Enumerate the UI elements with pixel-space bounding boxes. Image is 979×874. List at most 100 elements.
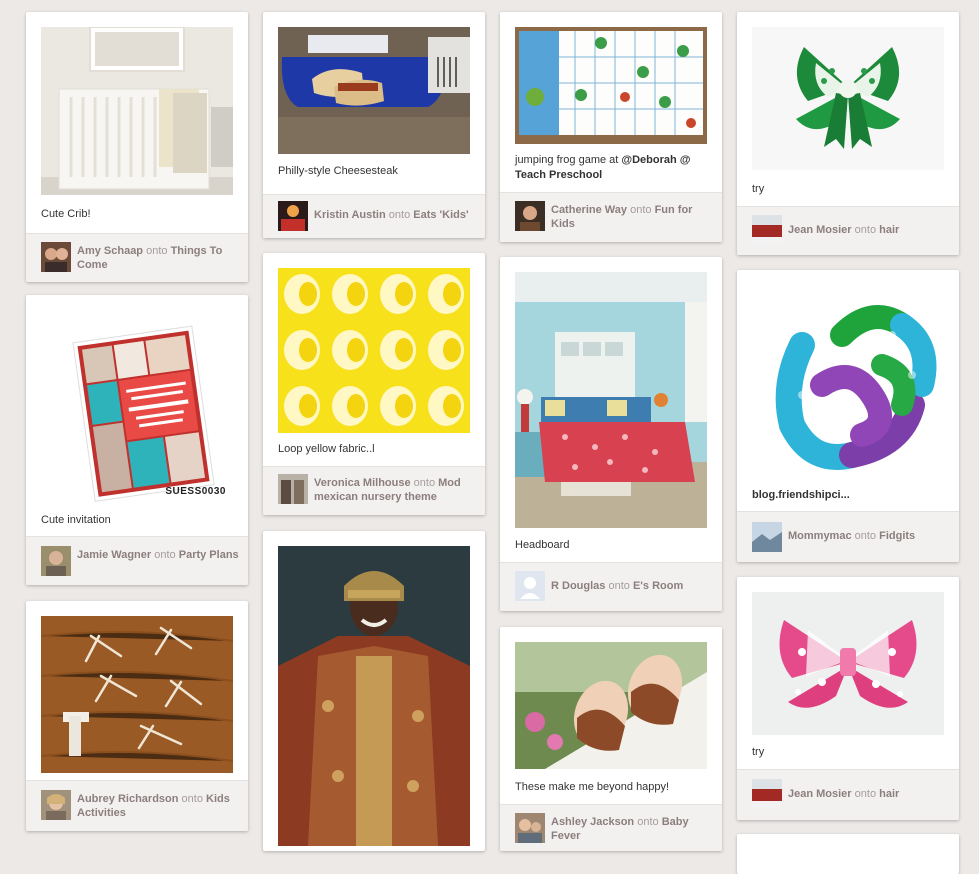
- user-name[interactable]: Jamie Wagner: [77, 549, 151, 561]
- pin-attribution: Jean Mosier onto hair: [737, 206, 959, 255]
- pin-image[interactable]: [41, 310, 233, 505]
- attribution-text[interactable]: Jean Mosier onto hair: [788, 787, 951, 801]
- costume-photo: [278, 546, 470, 846]
- avatar[interactable]: [515, 571, 545, 601]
- pin-image[interactable]: [278, 268, 470, 433]
- cheesesteak-photo: [278, 27, 470, 154]
- attribution-text[interactable]: R Douglas onto E's Room: [551, 579, 714, 593]
- pin-card[interactable]: These make me beyond happy! Ashley Jacks…: [500, 627, 722, 851]
- user-name[interactable]: Veronica Milhouse: [314, 477, 411, 489]
- attribution-text[interactable]: Aubrey Richardson onto Kids Activities: [77, 792, 240, 820]
- pin-image[interactable]: [278, 546, 470, 846]
- avatar[interactable]: [41, 790, 71, 820]
- pin-image[interactable]: [515, 272, 707, 528]
- onto-label: onto: [388, 209, 411, 221]
- board-name[interactable]: Fidgits: [879, 530, 915, 542]
- pin-card[interactable]: try Jean Mosier onto hair: [737, 577, 959, 820]
- avatar[interactable]: [278, 201, 308, 231]
- avatar[interactable]: [752, 215, 782, 245]
- pin-description: try: [752, 183, 765, 195]
- pin-description: jumping frog game at @Deborah @ Teach Pr…: [515, 153, 710, 183]
- crib-photo: [41, 27, 233, 195]
- attribution-text[interactable]: Amy Schaap onto Things To Come: [77, 244, 240, 272]
- pin-card[interactable]: Philly-style Cheesesteak Kristin Austin …: [263, 12, 485, 238]
- onto-label: onto: [146, 245, 168, 257]
- pin-card[interactable]: Cute Crib! Amy Schaap onto Things To Com…: [26, 12, 248, 282]
- description-text: jumping frog game at: [515, 154, 622, 166]
- onto-label: onto: [630, 204, 652, 216]
- pin-attribution: Veronica Milhouse onto Mod mexican nurse…: [263, 466, 485, 515]
- pin-description[interactable]: blog.friendshipci...: [752, 488, 947, 503]
- board-name[interactable]: Eats 'Kids': [413, 209, 468, 221]
- attribution-text[interactable]: Veronica Milhouse onto Mod mexican nurse…: [314, 476, 477, 504]
- pin-image[interactable]: [515, 642, 707, 769]
- pin-card[interactable]: jumping frog game at @Deborah @ Teach Pr…: [500, 12, 722, 242]
- user-name[interactable]: Catherine Way: [551, 204, 627, 216]
- pin-card[interactable]: Headboard R Douglas onto E's Room: [500, 257, 722, 611]
- avatar[interactable]: [515, 201, 545, 231]
- pin-card[interactable]: try Jean Mosier onto hair: [737, 12, 959, 255]
- pin-image[interactable]: [752, 27, 944, 170]
- pin-image[interactable]: [41, 27, 233, 195]
- pin-image[interactable]: [515, 27, 707, 144]
- pin-card[interactable]: Loop yellow fabric..l Veronica Milhouse …: [263, 253, 485, 515]
- pin-description: These make me beyond happy!: [515, 781, 670, 793]
- pin-image[interactable]: [41, 616, 233, 773]
- pin-card[interactable]: blog.friendshipci... Mommymac onto Fidgi…: [737, 270, 959, 562]
- user-name[interactable]: Kristin Austin: [314, 209, 386, 221]
- onto-label: onto: [181, 793, 203, 805]
- attribution-text[interactable]: Jean Mosier onto hair: [788, 223, 951, 237]
- user-name[interactable]: Jean Mosier: [788, 224, 852, 236]
- pin-attribution: Jean Mosier onto hair: [737, 769, 959, 820]
- pin-image[interactable]: [752, 592, 944, 735]
- attribution-text[interactable]: Jamie Wagner onto Party Plans: [77, 548, 240, 562]
- pink-bow-photo: [752, 592, 944, 735]
- board-name[interactable]: hair: [879, 788, 899, 800]
- avatar[interactable]: [41, 242, 71, 272]
- pin-image[interactable]: [278, 27, 470, 154]
- user-name[interactable]: Mommymac: [788, 530, 852, 542]
- board-name[interactable]: Party Plans: [179, 549, 239, 561]
- attribution-text[interactable]: Mommymac onto Fidgits: [788, 529, 951, 543]
- pin-attribution: Catherine Way onto Fun for Kids: [500, 192, 722, 242]
- pin-description: Cute invitation: [41, 514, 111, 526]
- user-name[interactable]: Amy Schaap: [77, 245, 143, 257]
- user-name[interactable]: Jean Mosier: [788, 788, 852, 800]
- onto-label: onto: [154, 549, 176, 561]
- avatar[interactable]: [278, 474, 308, 504]
- avatar[interactable]: [752, 779, 782, 809]
- avatar[interactable]: [41, 546, 71, 576]
- onto-label: onto: [854, 224, 877, 236]
- sticks-photo: [41, 616, 233, 773]
- board-name[interactable]: E's Room: [633, 580, 683, 592]
- onto-label: onto: [608, 580, 630, 592]
- attribution-text[interactable]: Kristin Austin onto Eats 'Kids': [314, 208, 477, 222]
- pin-description: Headboard: [515, 539, 570, 551]
- yellow-fabric-photo: [278, 268, 470, 433]
- pin-card[interactable]: SUESS0030 Cute invitation Jamie Wagner o…: [26, 295, 248, 585]
- onto-label: onto: [413, 477, 436, 489]
- pin-image[interactable]: [752, 285, 944, 480]
- pin-card[interactable]: [263, 531, 485, 851]
- pin-attribution: Mommymac onto Fidgits: [737, 511, 959, 562]
- onto-label: onto: [854, 788, 877, 800]
- user-name[interactable]: R Douglas: [551, 580, 605, 592]
- pin-card[interactable]: [737, 834, 959, 874]
- attribution-text[interactable]: Catherine Way onto Fun for Kids: [551, 203, 714, 231]
- onto-label: onto: [637, 816, 659, 828]
- pin-description: try: [752, 746, 765, 758]
- avatar[interactable]: [752, 522, 782, 552]
- user-name[interactable]: Ashley Jackson: [551, 816, 634, 828]
- pin-attribution: Jamie Wagner onto Party Plans: [26, 536, 248, 585]
- pin-attribution: Amy Schaap onto Things To Come: [26, 233, 248, 282]
- user-name[interactable]: Aubrey Richardson: [77, 793, 178, 805]
- pin-description: Cute Crib!: [41, 208, 91, 220]
- pin-card[interactable]: Aubrey Richardson onto Kids Activities: [26, 601, 248, 831]
- frog-game-photo: [515, 27, 707, 144]
- sandals-photo: [515, 642, 707, 769]
- fidget-toy-photo: [752, 285, 944, 480]
- pin-attribution: R Douglas onto E's Room: [500, 562, 722, 611]
- board-name[interactable]: hair: [879, 224, 899, 236]
- image-watermark: SUESS0030: [165, 486, 226, 497]
- green-bow-photo: [752, 27, 944, 170]
